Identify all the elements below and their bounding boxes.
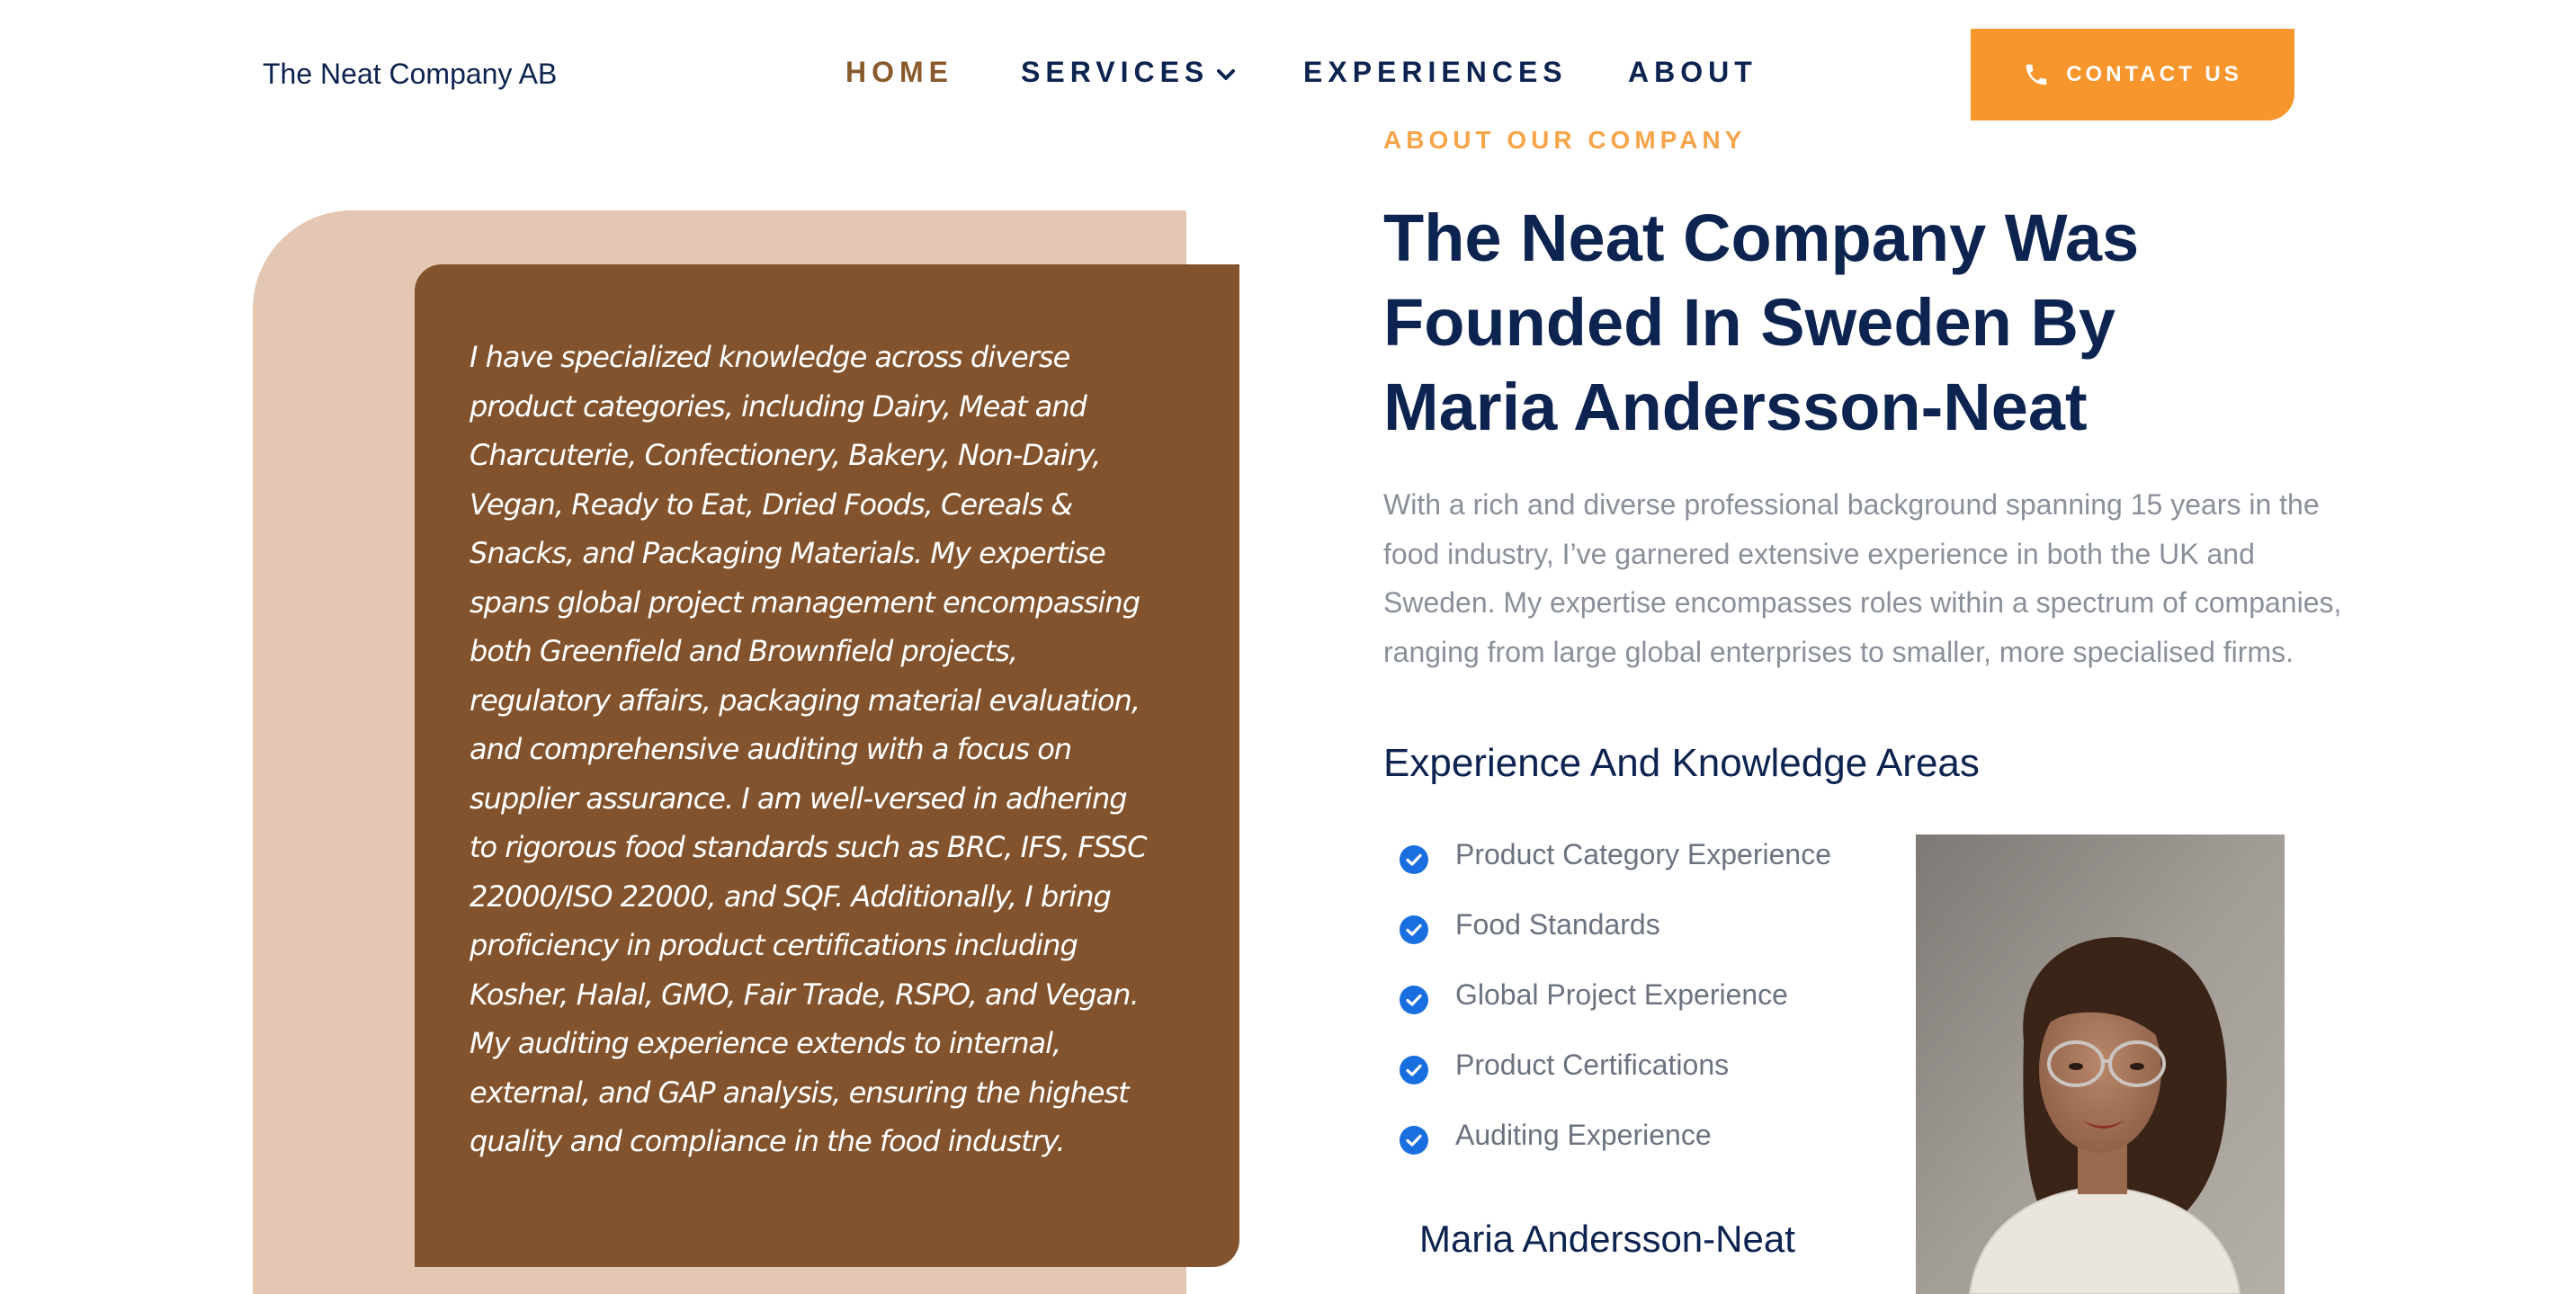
list-item: Global Project Experience (1400, 978, 1831, 1049)
list-item-label: Global Project Experience (1455, 978, 1788, 1011)
list-item: Product Certifications (1400, 1049, 1831, 1119)
nav-experiences[interactable]: EXPERIENCES (1303, 56, 1568, 89)
list-item-label: Auditing Experience (1455, 1119, 1712, 1151)
site-logo[interactable]: The Neat Company AB (263, 58, 557, 91)
person-name: Maria Andersson-Neat (1419, 1218, 1795, 1260)
check-circle-icon (1400, 1126, 1428, 1155)
list-item: Food Standards (1400, 908, 1831, 978)
contact-us-button[interactable]: CONTACT US (1971, 29, 2294, 120)
page: The Neat Company AB HOME SERVICES EXPERI… (0, 0, 2576, 1294)
chevron-down-icon (1217, 68, 1236, 80)
page-title: The Neat Company Was Founded In Sweden B… (1383, 201, 2140, 444)
phone-icon (2026, 64, 2047, 85)
quote-text: I have specialized knowledge across dive… (470, 340, 1147, 1158)
list-item-label: Product Certifications (1455, 1049, 1730, 1081)
contact-us-label: CONTACT US (2066, 62, 2242, 86)
experience-subheading: Experience And Knowledge Areas (1383, 741, 1980, 785)
portrait-photo (1916, 834, 2285, 1294)
list-item: Product Category Experience (1400, 838, 1831, 908)
nav-services-label: SERVICES (1021, 56, 1210, 88)
section-eyebrow: ABOUT OUR COMPANY (1383, 126, 1747, 154)
nav-home[interactable]: HOME (845, 56, 953, 89)
nav-about[interactable]: ABOUT (1628, 56, 1758, 89)
check-circle-icon (1400, 986, 1428, 1014)
check-circle-icon (1400, 915, 1428, 944)
list-item: Auditing Experience (1400, 1119, 1831, 1189)
portrait-illustration (1916, 834, 2285, 1294)
check-circle-icon (1400, 845, 1428, 874)
intro-paragraph: With a rich and diverse professional bac… (1383, 488, 2342, 668)
check-circle-icon (1400, 1056, 1428, 1084)
list-item-label: Food Standards (1455, 908, 1660, 941)
experience-list: Product Category Experience Food Standar… (1400, 838, 1831, 1189)
list-item-label: Product Category Experience (1455, 838, 1831, 870)
nav-services[interactable]: SERVICES (1021, 56, 1238, 89)
